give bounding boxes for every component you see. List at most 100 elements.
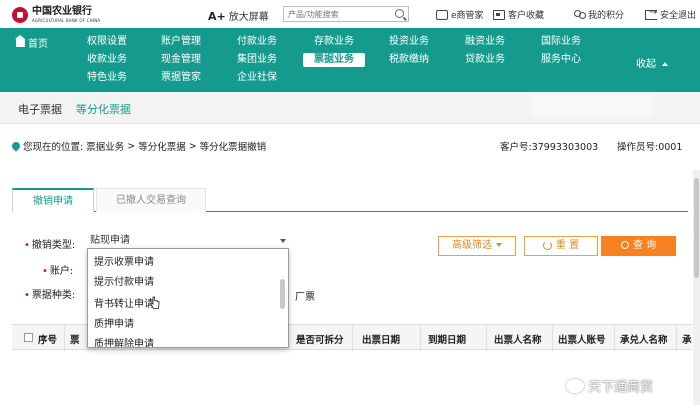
breadcrumb-bills[interactable]: 票据业务 xyxy=(86,139,124,153)
nav-item-bills[interactable]: 票据业务 xyxy=(303,53,365,67)
home-icon xyxy=(15,34,25,47)
logout-label: 安全退出 xyxy=(660,11,697,21)
col-acceptor-name: 承兑人名称 xyxy=(620,335,668,346)
location-pin-icon xyxy=(10,140,22,152)
bill-type-label-text: 票据种类: xyxy=(31,290,76,301)
query-button[interactable]: 查 询 xyxy=(601,236,676,256)
nav-home[interactable]: 首页 xyxy=(15,34,48,50)
search-box xyxy=(283,6,409,22)
e-manager-link[interactable]: e商管家 xyxy=(436,8,484,21)
cancel-type-label: • 撤销类型: xyxy=(24,236,75,251)
breadcrumb-divided-bills[interactable]: 等分化票据 xyxy=(138,139,186,153)
col-index: 序号 xyxy=(38,335,58,346)
customer-number-value: 37993303003 xyxy=(531,142,599,153)
nav-item-group[interactable]: 集团业务 xyxy=(226,53,288,67)
required-mark: • xyxy=(24,240,30,251)
required-mark: • xyxy=(42,266,48,277)
nav-item-loans[interactable]: 贷款业务 xyxy=(454,53,516,67)
cancel-type-select[interactable]: 贴现申请 xyxy=(87,234,289,248)
nav-collapse-button[interactable]: 收起 xyxy=(636,55,668,70)
col-due-date: 到期日期 xyxy=(428,335,467,346)
scrollbar-thumb[interactable] xyxy=(694,178,699,278)
operator-number-value: 0001 xyxy=(658,142,683,153)
breadcrumb: 您现在的位置: 票据业务 > 等分化票据 > 等分化票据撤销 xyxy=(10,139,269,153)
cancel-type-label-text: 撤销类型: xyxy=(31,240,76,251)
logout-link[interactable]: 安全退出 xyxy=(645,7,697,21)
customer-number-label: 客户号: xyxy=(500,142,532,153)
search-icon[interactable] xyxy=(395,9,404,18)
required-mark: • xyxy=(24,290,30,301)
dropdown-option[interactable]: 质押申请 xyxy=(94,315,134,330)
breadcrumb-row: 您现在的位置: 票据业务 > 等分化票据 > 等分化票据撤销 客户号:37993… xyxy=(0,124,700,170)
dropdown-option[interactable]: 提示付款申请 xyxy=(94,273,154,288)
dropdown-option[interactable]: 背书转让申请 xyxy=(94,295,154,310)
nav-item-permissions[interactable]: 权限设置 xyxy=(76,35,138,49)
account-label-text: 账户: xyxy=(49,266,74,277)
bill-type-label: • 票据种类: xyxy=(24,286,75,301)
subtab-electronic-bills[interactable]: 电子票据 xyxy=(18,101,62,117)
nav-home-label: 首页 xyxy=(28,39,48,50)
nav-item-investments[interactable]: 投资业务 xyxy=(378,35,440,49)
watermark-text: 天下通商贸 xyxy=(588,380,654,395)
reset-button[interactable]: 重 置 xyxy=(524,236,598,256)
reset-label: 重 置 xyxy=(555,240,580,251)
weibo-icon xyxy=(566,378,584,393)
dropdown-scrollbar[interactable] xyxy=(280,279,285,309)
dropdown-option[interactable]: 提示收票申请 xyxy=(94,253,154,268)
favorites-icon xyxy=(493,9,505,20)
logo-english-name: AGRICULTURAL BANK OF CHINA xyxy=(32,18,101,23)
dropdown-option[interactable]: 质押解除申请 xyxy=(94,335,154,347)
subtab-divided-bills[interactable]: 等分化票据 xyxy=(76,101,131,117)
search-icon xyxy=(620,241,629,249)
logout-icon xyxy=(645,7,657,20)
select-all-checkbox[interactable] xyxy=(24,333,33,342)
col-acceptor: 承 xyxy=(682,335,692,346)
col-bill: 票 xyxy=(70,335,80,346)
page: 中国农业银行 AGRICULTURAL BANK OF CHINA A+ 放大屏幕… xyxy=(0,0,700,405)
blurred-area xyxy=(532,96,652,116)
account-label: • 账户: xyxy=(42,262,73,277)
search-input[interactable] xyxy=(284,7,388,21)
logo-chinese-name: 中国农业银行 xyxy=(32,6,92,17)
col-splittable: 是否可拆分 xyxy=(296,335,344,346)
tab-cancel-request[interactable]: 撤销申请 xyxy=(12,188,94,212)
advanced-filter-button[interactable]: 高级筛选 xyxy=(438,236,516,256)
operator-number-label: 操作员号: xyxy=(617,142,659,153)
bank-logo-icon xyxy=(12,7,28,23)
panel-tabs: 撤销申请 已撤人交易查询 xyxy=(12,188,688,212)
query-label: 查 询 xyxy=(632,240,657,251)
main-nav: 首页 权限设置 账户管理 付款业务 存款业务 投资业务 融资业务 国际业务 收款… xyxy=(0,28,700,92)
nav-item-financing[interactable]: 融资业务 xyxy=(454,35,516,49)
nav-item-payments[interactable]: 付款业务 xyxy=(226,35,288,49)
my-points-label: 我的积分 xyxy=(588,11,625,21)
enlarge-screen-button[interactable]: A+ 放大屏幕 xyxy=(208,8,269,23)
nav-item-accounts[interactable]: 账户管理 xyxy=(150,35,212,49)
breadcrumb-separator: > xyxy=(127,140,136,152)
page-scrollbar[interactable] xyxy=(693,170,700,405)
breadcrumb-separator: > xyxy=(188,140,197,152)
font-size-prefix: A+ xyxy=(208,10,226,23)
nav-item-cash-management[interactable]: 现金管理 xyxy=(150,53,212,67)
customer-number: 客户号:37993303003 xyxy=(500,139,598,153)
cancel-type-dropdown: 提示收票申请 提示付款申请 背书转让申请 质押申请 质押解除申请 xyxy=(87,248,289,348)
nav-item-tax[interactable]: 税款缴纳 xyxy=(378,53,440,67)
nav-item-international[interactable]: 国际业务 xyxy=(530,35,592,49)
nav-item-featured[interactable]: 特色业务 xyxy=(76,71,138,85)
tab-cancelled-query[interactable]: 已撤人交易查询 xyxy=(96,188,206,212)
nav-item-service-center[interactable]: 服务中心 xyxy=(530,53,592,67)
col-drawer-name: 出票人名称 xyxy=(494,335,542,346)
e-manager-icon xyxy=(436,9,448,20)
sub-tab-bar: 电子票据 等分化票据 xyxy=(0,92,700,124)
my-points-link[interactable]: 我的积分 xyxy=(573,8,624,21)
customer-favorites-link[interactable]: 客户收藏 xyxy=(493,8,544,21)
bank-logo[interactable]: 中国农业银行 AGRICULTURAL BANK OF CHINA xyxy=(12,5,100,25)
enlarge-screen-label: 放大屏幕 xyxy=(228,12,269,23)
nav-item-bill-manager[interactable]: 票据管家 xyxy=(150,71,212,85)
col-issue-date: 出票日期 xyxy=(362,335,401,346)
nav-item-receivables[interactable]: 收款业务 xyxy=(76,53,138,67)
nav-item-deposits[interactable]: 存款业务 xyxy=(303,35,365,49)
nav-item-social-security[interactable]: 企业社保 xyxy=(226,71,288,85)
breadcrumb-current: 等分化票据撤销 xyxy=(199,142,267,153)
operator-number: 操作员号:0001 xyxy=(617,139,682,153)
reset-icon xyxy=(542,240,552,250)
